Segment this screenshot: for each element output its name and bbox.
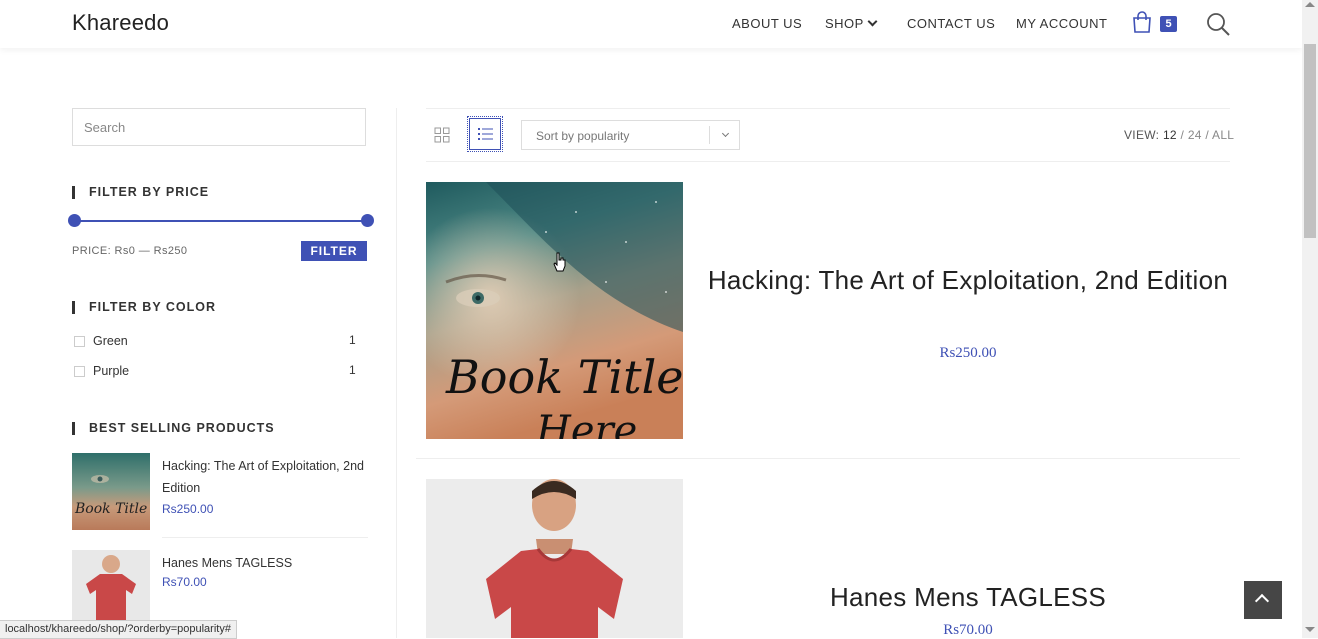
best-item-title[interactable]: Hacking: The Art of Exploitation, 2nd Ed… — [162, 455, 372, 499]
nav-shop[interactable]: SHOP — [825, 16, 864, 31]
column-divider — [396, 108, 397, 638]
price-slider-max-handle[interactable] — [361, 214, 374, 227]
product-price: Rs250.00 — [939, 345, 997, 361]
color-label[interactable]: Purple — [93, 364, 129, 378]
cart-count-badge[interactable]: 5 — [1160, 16, 1177, 32]
thumb-cover-text: Book Title Here — [75, 501, 150, 517]
best-item-title[interactable]: Hanes Mens TAGLESS — [162, 552, 372, 574]
view-per-page: VIEW: 12 / 24 / ALL — [1124, 128, 1235, 142]
browser-status-bar: localhost/khareedo/shop/?orderby=popular… — [0, 620, 237, 639]
cover-subtitle-text: Here — [536, 408, 638, 439]
nav-contact-us[interactable]: CONTACT US — [907, 16, 995, 31]
list-view-icon — [478, 128, 493, 140]
price-range-text: PRICE: Rs0 — Rs250 — [72, 245, 188, 257]
cover-title-text: Book Title — [446, 350, 683, 404]
chevron-down-icon[interactable] — [867, 16, 878, 27]
nav-my-account[interactable]: MY ACCOUNT — [1016, 16, 1107, 31]
price-slider-track[interactable] — [74, 220, 368, 222]
scrollbar-thumb[interactable] — [1304, 44, 1316, 238]
sort-dropdown[interactable]: Sort by popularity — [521, 120, 740, 150]
grid-view-icon[interactable] — [434, 127, 450, 143]
sidebar-search-input[interactable] — [72, 108, 366, 146]
product-title[interactable]: Hacking: The Art of Exploitation, 2nd Ed… — [700, 260, 1236, 300]
color-filter-green[interactable]: Green 1 — [72, 332, 368, 352]
site-logo[interactable]: Khareedo — [72, 10, 169, 36]
scroll-up-arrow-icon[interactable] — [1305, 2, 1315, 7]
scroll-down-arrow-icon[interactable] — [1305, 627, 1315, 632]
checkbox[interactable] — [74, 336, 85, 347]
filter-button[interactable]: FILTER — [301, 241, 367, 261]
view-option-24[interactable]: 24 — [1188, 128, 1202, 142]
best-item-price: Rs250.00 — [162, 502, 214, 516]
color-label[interactable]: Green — [93, 334, 128, 348]
chevron-down-icon — [721, 129, 730, 138]
price-slider-min-handle[interactable] — [68, 214, 81, 227]
back-to-top-button[interactable] — [1244, 581, 1282, 619]
filter-by-color-title: FILTER BY COLOR — [72, 301, 216, 314]
list-view-button[interactable] — [467, 116, 503, 152]
chevron-up-icon — [1254, 593, 1270, 609]
divider — [162, 537, 368, 538]
tshirt-thumbnail[interactable] — [72, 550, 150, 627]
color-filter-purple[interactable]: Purple 1 — [72, 362, 368, 382]
checkbox[interactable] — [74, 366, 85, 377]
product-image-book[interactable]: Book Title Here — [426, 182, 683, 439]
product-title[interactable]: Hanes Mens TAGLESS — [700, 577, 1236, 617]
sort-selected-value: Sort by popularity — [536, 129, 630, 143]
color-count: 1 — [349, 363, 356, 377]
product-image-tshirt[interactable] — [426, 479, 683, 638]
nav-about-us[interactable]: ABOUT US — [732, 16, 802, 31]
divider — [426, 161, 1230, 162]
product-divider — [416, 458, 1240, 459]
filter-by-price-title: FILTER BY PRICE — [72, 186, 209, 199]
site-header: Khareedo ABOUT US SHOP CONTACT US MY ACC… — [0, 0, 1302, 48]
color-count: 1 — [349, 333, 356, 347]
shopping-bag-icon[interactable] — [1130, 10, 1154, 34]
best-selling-title: BEST SELLING PRODUCTS — [72, 422, 275, 435]
search-icon[interactable] — [1205, 11, 1231, 37]
divider — [709, 126, 710, 144]
view-label: VIEW: — [1124, 128, 1160, 142]
product-price: Rs70.00 — [943, 622, 993, 638]
view-option-all[interactable]: ALL — [1212, 128, 1234, 142]
hand-cursor-icon — [553, 252, 566, 272]
book-cover-thumbnail[interactable]: Book Title Here — [72, 453, 150, 530]
divider — [426, 108, 1230, 109]
best-item-price: Rs70.00 — [162, 575, 207, 589]
view-option-12[interactable]: 12 — [1163, 128, 1177, 142]
